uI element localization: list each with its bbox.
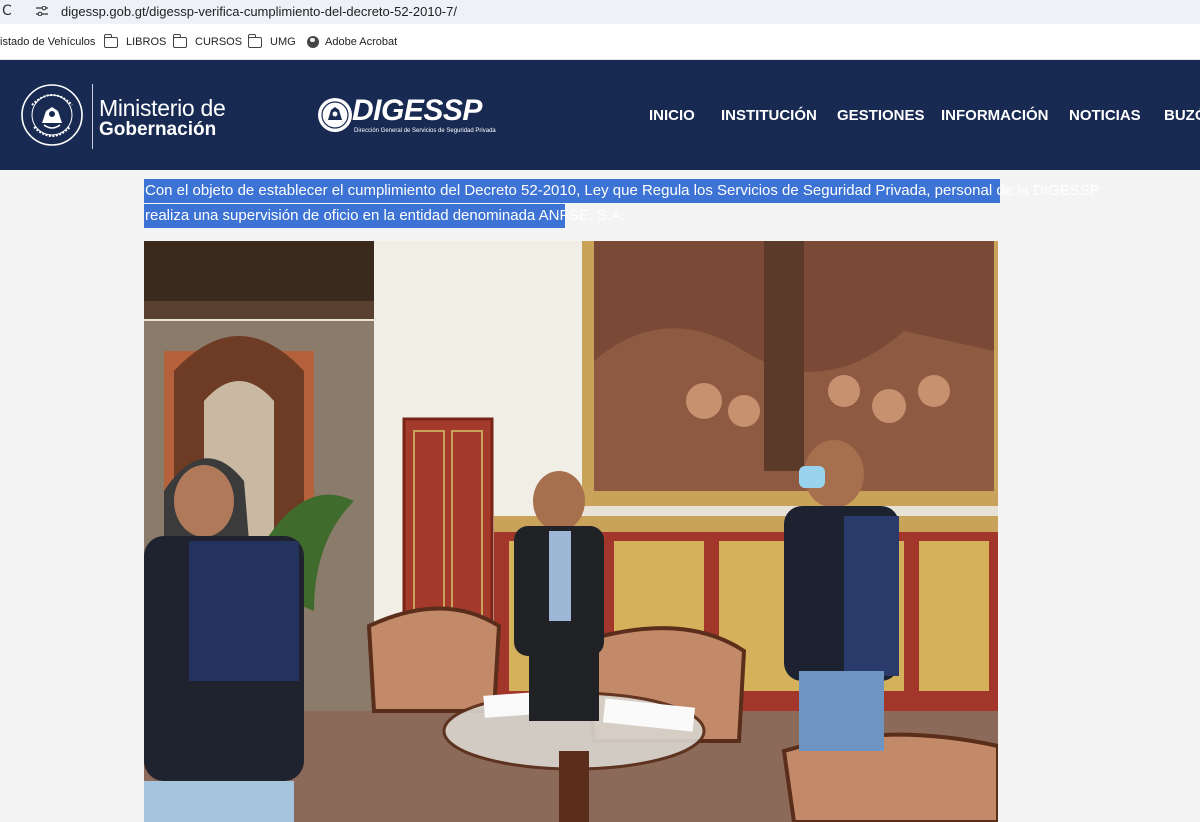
address-url[interactable]: digessp.gob.gt/digessp-verifica-cumplimi…: [61, 4, 457, 19]
ministerio-gobernacion-logo[interactable]: Ministerio de Gobernación: [99, 96, 226, 140]
guatemala-seal-logo[interactable]: [20, 83, 84, 147]
nav-noticias[interactable]: NOTICIAS: [1069, 107, 1141, 124]
bookmark-libros[interactable]: LIBROS: [103, 33, 167, 50]
bookmark-vehiculos[interactable]: istado de Vehículos: [0, 34, 95, 50]
nav-gestiones[interactable]: GESTIONES: [837, 107, 925, 124]
article-paragraph-line2: realiza una supervisión de oficio en la …: [144, 204, 625, 228]
logo-divider: [92, 84, 93, 149]
digessp-shield-icon[interactable]: [316, 96, 354, 134]
ministry-line2: Gobernación: [99, 119, 217, 140]
article-photo: [144, 241, 998, 822]
nav-informacion[interactable]: INFORMACIÓN: [941, 107, 1049, 124]
nav-institucion[interactable]: INSTITUCIÓN: [721, 107, 817, 124]
digessp-wordmark[interactable]: DIGESSP: [352, 96, 482, 126]
globe-icon: [307, 36, 319, 48]
bookmark-label: Adobe Acrobat: [325, 36, 398, 48]
bookmark-label: istado de Vehículos: [0, 36, 96, 48]
bookmark-label: CURSOS: [195, 36, 243, 48]
photo-illustration: [144, 241, 998, 822]
bookmark-label: LIBROS: [126, 36, 167, 48]
ministry-line1: Ministerio de: [99, 95, 226, 121]
folder-icon: [247, 33, 262, 48]
folder-icon: [172, 33, 187, 48]
bookmarks-bar: istado de Vehículos LIBROS CURSOS UMG Ad…: [0, 24, 1200, 60]
nav-inicio[interactable]: INICIO: [649, 107, 695, 124]
bookmark-label: UMG: [270, 36, 296, 48]
article-paragraph-line1: Con el objeto de establecer el cumplimie…: [144, 179, 1100, 203]
bookmark-adobe-acrobat[interactable]: Adobe Acrobat: [307, 34, 397, 50]
nav-buzon[interactable]: BUZÓ: [1164, 107, 1200, 124]
folder-icon: [103, 33, 118, 48]
reload-icon[interactable]: C: [2, 3, 12, 19]
digessp-subtitle: Dirección General de Servicios de Seguri…: [354, 128, 496, 134]
browser-url-bar: C digessp.gob.gt/digessp-verifica-cumpli…: [0, 0, 1200, 24]
site-info-icon[interactable]: [36, 6, 48, 16]
bookmark-cursos[interactable]: CURSOS: [172, 33, 243, 50]
bookmark-umg[interactable]: UMG: [247, 33, 296, 50]
